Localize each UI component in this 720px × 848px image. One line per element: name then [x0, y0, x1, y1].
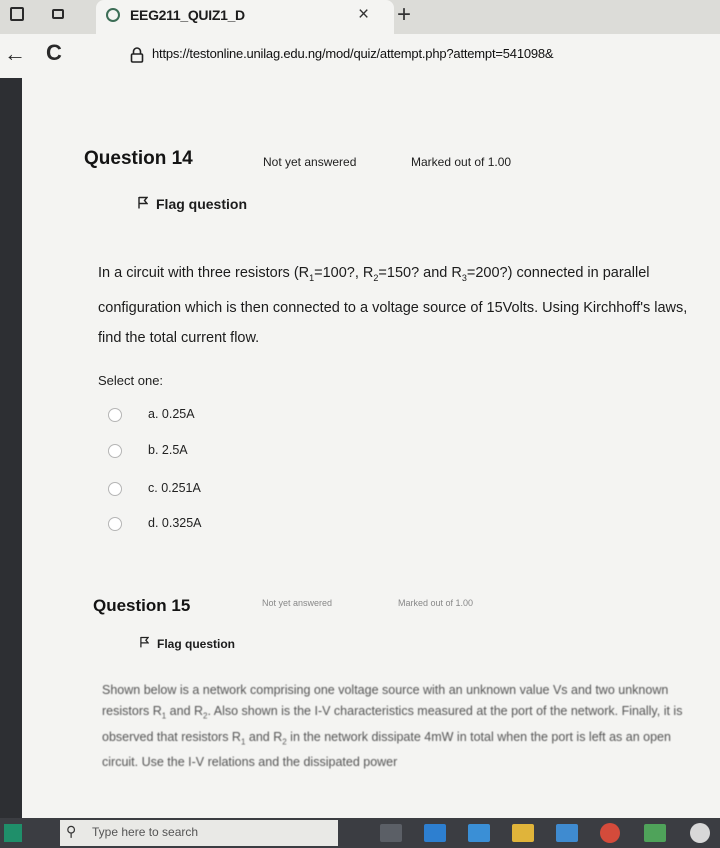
select-one-label: Select one: — [98, 373, 164, 388]
taskbar-app-icon[interactable] — [556, 824, 578, 842]
q15-text-part: and R — [245, 729, 283, 744]
window-icon[interactable] — [10, 7, 24, 21]
taskbar-app-icon[interactable] — [644, 824, 666, 842]
q14-flag-question[interactable]: Flag question — [138, 196, 247, 212]
address-bar-url[interactable]: https://testonline.unilag.edu.ng/mod/qui… — [152, 46, 554, 61]
q14-question-text: In a circuit with three resistors (R1=10… — [98, 258, 708, 353]
q15-state: Not yet answered — [262, 598, 333, 608]
taskbar-app-icon[interactable] — [468, 824, 490, 842]
lock-icon[interactable] — [130, 47, 144, 63]
radio-button[interactable] — [108, 482, 122, 496]
taskbar-app-icon[interactable] — [690, 823, 710, 843]
q15-question-text: Shown below is a network comprising one … — [102, 680, 702, 773]
taskbar-app-icon[interactable] — [424, 824, 446, 842]
tab-close-icon[interactable]: × — [358, 4, 369, 26]
browser-tab[interactable]: EEG211_QUIZ1_D × — [96, 0, 394, 34]
q14-state: Not yet answered — [263, 155, 357, 169]
q14-text-part: =150? and R — [378, 265, 462, 281]
task-view-icon[interactable] — [380, 824, 402, 842]
back-arrow-icon[interactable]: ← — [4, 41, 26, 67]
q15-flag-question[interactable]: Flag question — [140, 636, 235, 651]
radio-button[interactable] — [108, 444, 122, 458]
q15-flag-label: Flag question — [157, 637, 235, 651]
flag-icon — [138, 196, 148, 209]
flag-icon — [140, 636, 149, 648]
taskbar-search-placeholder: Type here to search — [92, 825, 199, 839]
reload-icon[interactable]: C — [46, 40, 62, 66]
taskbar-search-box[interactable]: ⚲ Type here to search — [60, 820, 338, 846]
tab-title: EEG211_QUIZ1_D — [130, 7, 245, 23]
radio-button[interactable] — [108, 517, 122, 531]
os-taskbar: ⚲ Type here to search — [0, 818, 720, 848]
option-label: a. 0.25A — [148, 407, 195, 421]
browser-tab-strip: EEG211_QUIZ1_D × + — [0, 0, 720, 34]
option-label: b. 2.5A — [148, 443, 188, 457]
file-explorer-icon[interactable] — [512, 824, 534, 842]
start-button-icon[interactable] — [4, 824, 22, 842]
q15-title: Question 15 — [93, 596, 191, 615]
option-label: c. 0.251A — [148, 481, 201, 495]
q14-text-part: In a circuit with three resistors (R — [98, 265, 310, 281]
radio-button[interactable] — [108, 408, 122, 422]
search-icon: ⚲ — [66, 823, 77, 839]
new-tab-button[interactable]: + — [390, 1, 418, 29]
q14-mark: Marked out of 1.00 — [411, 155, 512, 169]
q15-mark: Marked out of 1.00 — [398, 598, 474, 608]
q14-text-part: =100?, R — [314, 265, 374, 281]
site-favicon-icon — [106, 8, 120, 22]
chrome-icon[interactable] — [600, 823, 620, 843]
left-edge-panel — [0, 78, 22, 818]
browser-nav-bar: ← C https://testonline.unilag.edu.ng/mod… — [0, 34, 720, 78]
tab-actions-icon[interactable] — [52, 9, 64, 19]
q14-flag-label: Flag question — [156, 196, 247, 212]
option-label: d. 0.325A — [148, 516, 202, 530]
q15-text-part: and R — [166, 704, 204, 718]
quiz-page: Question 14 Not yet answered Marked out … — [0, 78, 720, 818]
q14-title: Question 14 — [84, 148, 193, 169]
